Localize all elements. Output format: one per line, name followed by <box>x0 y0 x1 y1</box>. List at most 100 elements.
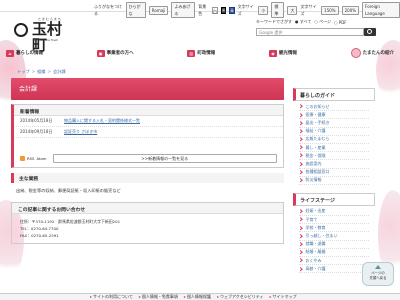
sidebar-link[interactable]: 高齢・介護 <box>298 265 369 274</box>
mascot-icon <box>350 48 361 58</box>
news-item: 2014年05月18日 物品購入に関する入札・契約関係様式一覧 <box>14 116 283 127</box>
chevron-right-icon <box>298 145 303 150</box>
sidebar-link[interactable]: 学校・教育 <box>298 224 369 233</box>
news-more-button[interactable]: >>新着情報の一覧を見る <box>52 154 277 163</box>
sidebar-link-label: 医療・健康 <box>305 111 326 117</box>
sidebar-link[interactable]: 福祉・介護 <box>298 128 369 136</box>
nav-item-label: たまたんの紹介 <box>362 51 394 56</box>
sidebar-link-label: 高齢・介護 <box>305 265 326 271</box>
site-search: キーワードでさがす ● すべて ○ ページ ○ PDF Google 提供 <box>256 19 364 36</box>
camera-icon: ◉ <box>268 49 277 57</box>
contact-tel: TEL：0270-64-7700 <box>20 226 59 231</box>
sidebar-link[interactable]: このお知らせ <box>298 103 369 112</box>
logo-mark-icon <box>14 23 28 37</box>
sidebar-link[interactable]: 届出・手続き <box>298 119 369 128</box>
sidebar-link-label: このお知らせ <box>305 103 330 109</box>
chevron-right-icon <box>298 178 303 183</box>
contact-heading: この記事に関するお問い合わせ <box>12 203 283 214</box>
footer-link-accessibility[interactable]: ウェブアクセシビリティ <box>217 294 264 300</box>
search-button[interactable] <box>364 28 376 36</box>
news-date: 2014年05月18日 <box>20 118 53 123</box>
site-logo[interactable]: たまむらまち 玉村町 Tamamura Town <box>14 17 74 53</box>
sidebar-link-label: 子育て <box>305 216 318 222</box>
sidebar-link-label: 施設案内 <box>305 160 322 166</box>
chevron-right-icon <box>298 153 303 158</box>
chevron-right-icon <box>298 217 303 222</box>
sidebar-link[interactable]: おくやみ <box>298 257 369 266</box>
footer-link-privacy[interactable]: 個人情報保護 <box>184 294 211 300</box>
site-footer: サイトの利用について 個人情報・免責事項 個人情報保護 ウェブアクセシビリティ … <box>0 293 400 300</box>
nav-item-mascot[interactable]: たまたんの紹介 <box>350 46 394 60</box>
rss-feed[interactable]: RSS Atom <box>20 156 47 161</box>
news-link[interactable]: 物品購入に関する入札・契約関係様式一覧 <box>64 118 140 124</box>
nav-item-business[interactable]: ▣ 事業者の方へ <box>96 46 134 60</box>
nav-item-tourism[interactable]: ◉ 観光情報 <box>268 46 297 60</box>
global-nav: ⌂ 暮らしの情報 ▣ 事業者の方へ ▥ 町政情報 ◉ 観光情報 たまたんの紹介 <box>6 46 394 60</box>
guide-heading: 暮らしのガイド <box>293 88 375 101</box>
main-content: 会計課 新着情報 2014年05月18日 物品購入に関する入札・契約関係様式一覧… <box>11 78 284 244</box>
chevron-right-icon <box>298 234 303 238</box>
search-opt-all[interactable]: ● すべて <box>295 19 311 25</box>
page-title: 会計課 <box>11 78 284 100</box>
chevron-right-icon <box>298 170 303 174</box>
nav-item-label: 暮らしの情報 <box>16 51 43 56</box>
sidebar-link[interactable]: 広報たまむら <box>298 136 369 144</box>
business-text: 出納、税金等の収納、郵便局証紙・収入印紙の販売など <box>16 188 121 193</box>
news-date: 2014年09月18日 <box>20 129 53 134</box>
chevron-right-icon <box>298 242 303 246</box>
footer-link-usage[interactable]: サイトの利用について <box>90 294 133 300</box>
sidebar-link[interactable]: 税金・保険 <box>298 152 369 161</box>
sidebar-link[interactable]: 医療・健康 <box>298 111 369 120</box>
breadcrumb-separator: > <box>47 69 51 74</box>
chevron-right-icon <box>298 129 303 133</box>
sidebar-link[interactable]: 引っ越し・住まい <box>298 232 369 241</box>
sidebar-link[interactable]: 結婚・離婚 <box>298 249 369 257</box>
sidebar-link[interactable]: 子育て <box>298 216 369 225</box>
footer-link-disclaimer[interactable]: 個人情報・免責事項 <box>139 294 178 300</box>
nav-item-life[interactable]: ⌂ 暮らしの情報 <box>6 46 43 60</box>
breadcrumb-top[interactable]: トップ <box>17 69 30 74</box>
search-opt-page[interactable]: ○ ページ <box>314 19 331 25</box>
sidebar-link[interactable]: 妊娠・出産 <box>298 208 369 217</box>
breadcrumb-org[interactable]: 組織 <box>37 69 45 74</box>
sidebar-link-label: 広報たまむら <box>305 136 330 142</box>
sidebar-link-label: 福祉・介護 <box>305 128 326 134</box>
search-opt-pdf-label: PDF <box>338 19 347 25</box>
chevron-right-icon <box>298 226 303 230</box>
sidebar-link-label: 妊娠・出産 <box>305 208 326 214</box>
news-link[interactable]: 認証売り さぼき市 <box>64 129 97 135</box>
sidebar-link-label: 税金・保険 <box>305 152 326 158</box>
search-opt-page-label: ページ <box>319 19 332 24</box>
business-heading: 主な業務 <box>11 173 284 183</box>
contact-address: 住所：〒370-1192 群馬県佐波郡玉村町大字下新田201 <box>20 219 121 224</box>
sidebar-link[interactable]: 防災情報 <box>298 177 369 185</box>
atom-label[interactable]: Atom <box>36 156 46 161</box>
nav-item-townhall[interactable]: ▥ 町政情報 <box>187 46 215 60</box>
search-input[interactable]: Google 提供 <box>256 28 364 36</box>
rss-icon <box>20 156 25 161</box>
site-header: たまむらまち 玉村町 Tamamura Town キーワードでさがす ● すべて… <box>0 13 400 53</box>
sidebar-link-label: 暮し・産業 <box>305 144 326 150</box>
sidebar-link-label: 届出・手続き <box>305 119 330 125</box>
house-icon: ⌂ <box>6 49 14 57</box>
footer-link-sitemap[interactable]: サイトマップ <box>270 294 297 300</box>
page-top-button[interactable]: ページの 先頭へ戻る <box>362 262 394 286</box>
sidebar-link[interactable]: 施設案内 <box>298 160 369 169</box>
search-keyword-label: キーワードでさがす <box>256 19 292 24</box>
sidebar-link[interactable]: 各種相談窓口 <box>298 169 369 177</box>
briefcase-icon: ▣ <box>96 49 105 57</box>
building-icon: ▥ <box>187 49 196 57</box>
sidebar-link-label: 引っ越し・住まい <box>305 233 338 239</box>
page-top-label: ページの 先頭へ戻る <box>369 271 387 280</box>
sidebar-link-label: 結婚・離婚 <box>305 249 326 255</box>
chevron-right-icon <box>298 121 303 125</box>
sidebar-link-label: 学校・教育 <box>305 224 326 230</box>
search-opt-pdf[interactable]: ○ PDF <box>334 20 347 25</box>
sidebar-link[interactable]: 就職・退職 <box>298 241 369 249</box>
search-opt-all-label: すべて <box>299 19 312 24</box>
sidebar-link[interactable]: 暮し・産業 <box>298 144 369 153</box>
arrow-up-icon <box>375 265 381 269</box>
news-item: 2014年09月18日 認証売り さぼき市 <box>14 127 283 138</box>
contact-box: この記事に関するお問い合わせ 住所：〒370-1192 群馬県佐波郡玉村町大字下… <box>11 202 284 244</box>
rss-label: RSS <box>27 156 35 161</box>
